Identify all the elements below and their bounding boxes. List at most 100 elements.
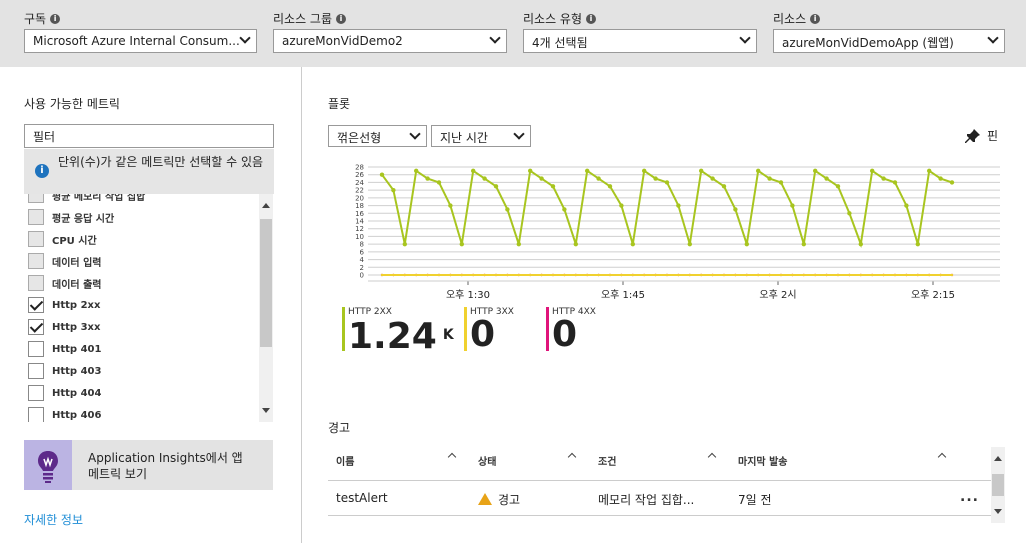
metric-label: Http 406 xyxy=(52,409,102,421)
metric-list-scrollbar[interactable] xyxy=(259,194,273,422)
resource-group-select[interactable]: azureMonVidDemo2 xyxy=(273,29,507,53)
scroll-up-icon[interactable] xyxy=(262,203,270,208)
y-tick-label: 4 xyxy=(360,256,365,264)
sort-icon[interactable] xyxy=(938,451,946,459)
data-point xyxy=(379,172,385,177)
scrollbar-thumb[interactable] xyxy=(992,474,1004,496)
subscription-value: Microsoft Azure Internal Consum... xyxy=(33,34,240,48)
info-icon[interactable]: i xyxy=(810,13,821,24)
data-point xyxy=(414,168,419,174)
resource-select[interactable]: azureMonVidDemoApp (웹앱) xyxy=(773,29,1005,53)
info-icon[interactable]: i xyxy=(50,13,61,24)
y-tick-label: 28 xyxy=(355,164,364,172)
more-info-link[interactable]: 자세한 정보 xyxy=(24,511,83,528)
legend-value: 1.24 xyxy=(348,316,437,357)
info-icon[interactable]: i xyxy=(336,13,347,24)
data-point xyxy=(426,273,429,277)
time-range-select[interactable]: 지난 시간 xyxy=(431,125,531,147)
metric-checkbox[interactable] xyxy=(28,407,44,422)
metric-item[interactable]: Http 401 xyxy=(28,340,101,358)
column-header-condition[interactable]: 조건 xyxy=(598,453,616,468)
data-point xyxy=(482,176,487,181)
y-tick-label: 0 xyxy=(360,272,364,280)
column-header-name[interactable]: 이름 xyxy=(336,453,354,468)
column-header-status[interactable]: 상태 xyxy=(478,453,496,468)
scroll-up-icon[interactable] xyxy=(994,456,1002,461)
x-tick-label: 오후 2:15 xyxy=(911,289,955,299)
data-point xyxy=(483,273,486,277)
resource-label-text: 리소스 xyxy=(773,12,807,26)
metric-filter-input[interactable] xyxy=(24,124,274,148)
data-point xyxy=(437,273,441,277)
legend-unit: K xyxy=(442,327,454,343)
notice-banner: i 단위(수)가 같은 메트릭만 선택할 수 있음 xyxy=(24,149,274,194)
data-point xyxy=(814,273,817,277)
subscription-label: 구독 i xyxy=(24,10,61,27)
legend-color-bar xyxy=(464,307,467,351)
table-divider xyxy=(328,480,991,481)
subscription-select[interactable]: Microsoft Azure Internal Consum... xyxy=(24,29,257,53)
scroll-down-icon[interactable] xyxy=(262,408,270,413)
app-insights-link[interactable]: Application Insights에서 앱 메트릭 보기 xyxy=(24,440,273,490)
data-point xyxy=(893,273,897,277)
legend-item[interactable]: HTTP 4XX 0 xyxy=(546,307,596,355)
data-point xyxy=(529,273,532,277)
info-icon[interactable]: i xyxy=(586,13,597,24)
sort-icon[interactable] xyxy=(448,451,456,459)
scrollbar-thumb[interactable] xyxy=(260,219,272,347)
legend-value: 0 xyxy=(552,314,578,355)
column-header-last-fired[interactable]: 마지막 발송 xyxy=(738,453,787,468)
metric-checkbox[interactable] xyxy=(28,297,44,313)
sort-icon[interactable] xyxy=(568,451,576,459)
alert-last-fired: 7일 전 xyxy=(738,493,772,507)
data-point xyxy=(631,273,634,277)
data-point xyxy=(653,176,658,181)
metric-checkbox[interactable] xyxy=(28,385,44,401)
metric-checkbox[interactable] xyxy=(28,341,44,357)
metric-item: 데이터 입력 xyxy=(28,252,101,270)
data-point xyxy=(608,273,612,277)
data-point xyxy=(767,176,772,181)
data-point xyxy=(550,184,556,189)
data-point xyxy=(710,176,715,181)
y-tick-label: 14 xyxy=(355,218,364,226)
metric-item[interactable]: Http 2xx xyxy=(28,296,100,314)
y-tick-label: 8 xyxy=(360,241,364,249)
scroll-down-icon[interactable] xyxy=(994,509,1002,514)
alerts-scrollbar[interactable] xyxy=(991,447,1005,523)
resource-type-select[interactable]: 4개 선택됨 xyxy=(523,29,757,53)
metric-checkbox[interactable] xyxy=(28,319,44,335)
metric-item[interactable]: Http 403 xyxy=(28,362,101,380)
more-actions-icon[interactable]: ... xyxy=(960,489,979,505)
data-point xyxy=(721,184,727,189)
metric-item[interactable]: Http 404 xyxy=(28,384,101,402)
metric-checkbox[interactable] xyxy=(28,363,44,379)
y-tick-label: 20 xyxy=(355,194,364,202)
pin-icon xyxy=(965,128,980,143)
data-point xyxy=(802,273,805,277)
data-point xyxy=(596,176,601,181)
metric-item[interactable]: Http 3xx xyxy=(28,318,100,336)
data-point xyxy=(619,203,624,208)
chart-type-select[interactable]: 꺾은선형 xyxy=(328,125,427,147)
data-point xyxy=(460,273,463,277)
legend-item[interactable]: HTTP 2XX 1.24 K xyxy=(342,307,454,355)
metric-label: 데이터 출력 xyxy=(52,279,102,291)
data-point xyxy=(505,207,510,212)
data-point xyxy=(516,241,521,247)
y-tick-label: 2 xyxy=(360,264,364,272)
data-point xyxy=(847,211,852,216)
metric-item: CPU 시간 xyxy=(28,230,97,248)
data-point xyxy=(415,273,418,277)
metrics-panel: 사용 가능한 메트릭 i 단위(수)가 같은 메트릭만 선택할 수 있음 평균 … xyxy=(0,67,302,543)
data-point xyxy=(881,176,886,181)
pin-button[interactable]: 핀 xyxy=(965,127,998,144)
app-insights-text: Application Insights에서 앱 메트릭 보기 xyxy=(88,451,243,481)
data-point xyxy=(449,273,452,277)
legend-item[interactable]: HTTP 3XX 0 xyxy=(464,307,514,353)
resource-type-value: 4개 선택됨 xyxy=(532,36,588,50)
sort-icon[interactable] xyxy=(708,451,716,459)
data-point xyxy=(871,273,874,277)
y-tick-label: 22 xyxy=(355,187,364,195)
metric-item[interactable]: Http 406 xyxy=(28,406,101,422)
